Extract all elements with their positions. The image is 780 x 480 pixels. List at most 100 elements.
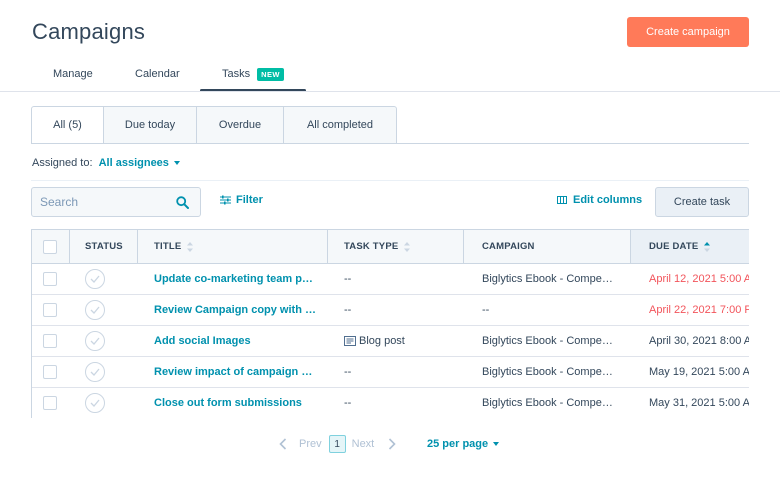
row-checkbox[interactable] xyxy=(43,303,57,317)
tab-manage-label: Manage xyxy=(53,68,93,80)
row-cell-select xyxy=(43,357,57,387)
pagination: Prev 1 Next xyxy=(279,435,396,453)
new-badge: NEW xyxy=(257,67,284,81)
header-task-type[interactable]: TASK TYPE xyxy=(344,230,411,263)
page-title: Campaigns xyxy=(32,19,146,44)
search-input[interactable] xyxy=(32,188,162,216)
col-divider xyxy=(327,230,328,263)
row-cell-status xyxy=(85,388,105,418)
task-title-link[interactable]: Add social Images xyxy=(154,326,251,356)
header-cell-select xyxy=(43,230,57,263)
filter-tab-all[interactable]: All (5) xyxy=(31,106,104,144)
tab-tasks[interactable]: Tasks NEW xyxy=(200,56,306,92)
header-title-label: TITLE xyxy=(154,241,182,252)
chevron-left-icon[interactable] xyxy=(279,438,287,450)
page-number-current[interactable]: 1 xyxy=(328,435,346,453)
task-type: -- xyxy=(344,273,352,285)
row-checkbox[interactable] xyxy=(43,365,57,379)
edit-columns-label: Edit columns xyxy=(573,194,643,206)
task-campaign: Biglytics Ebook - Compe… xyxy=(482,273,613,285)
create-task-button[interactable]: Create task xyxy=(655,187,749,217)
col-divider xyxy=(630,230,631,263)
task-title-link[interactable]: Update co-marketing team p… xyxy=(154,264,313,294)
header-campaign[interactable]: CAMPAIGN xyxy=(482,230,535,263)
row-cell-status xyxy=(85,326,105,356)
caret-down-icon xyxy=(493,442,500,446)
table-row[interactable]: Close out form submissions -- Biglytics … xyxy=(32,388,749,418)
filter-tab-overdue[interactable]: Overdue xyxy=(197,106,284,144)
next-button[interactable]: Next xyxy=(352,438,375,450)
sort-icon xyxy=(404,241,411,252)
per-page-dropdown[interactable]: 25 per page xyxy=(427,438,500,450)
row-checkbox[interactable] xyxy=(43,396,57,410)
filter-tabs: All (5) Due today Overdue All completed xyxy=(31,106,397,144)
row-checkbox[interactable] xyxy=(43,334,57,348)
filter-label: Filter xyxy=(236,194,263,206)
task-due-date: April 22, 2021 7:00 P xyxy=(649,304,749,316)
task-campaign: Biglytics Ebook - Compe… xyxy=(482,397,613,409)
assignee-dropdown[interactable]: All assignees xyxy=(99,157,180,169)
tab-tasks-label: Tasks xyxy=(222,68,251,80)
task-due-date: May 19, 2021 5:00 A xyxy=(649,366,749,378)
header-due-date[interactable]: DUE DATE xyxy=(649,230,711,263)
task-title-link[interactable]: Review impact of campaign … xyxy=(154,357,312,387)
task-type-cell: Blog post xyxy=(344,326,405,356)
prev-button[interactable]: Prev xyxy=(299,438,322,450)
table-row[interactable]: Review Campaign copy with … -- -- April … xyxy=(32,295,749,326)
status-check-icon[interactable] xyxy=(85,362,105,382)
tab-calendar[interactable]: Calendar xyxy=(114,56,200,92)
tasks-table: STATUS TITLE TASK TYPE CAMPAIGN DUE DATE… xyxy=(31,229,749,418)
top-tabs: Manage Calendar Tasks NEW xyxy=(32,56,306,92)
search-box xyxy=(31,187,201,217)
chevron-right-icon[interactable] xyxy=(388,438,396,450)
status-check-icon[interactable] xyxy=(85,269,105,289)
top-divider xyxy=(0,91,780,92)
row-cell-select xyxy=(43,326,57,356)
task-title-link[interactable]: Review Campaign copy with … xyxy=(154,295,316,325)
task-type: -- xyxy=(344,304,352,316)
table-row[interactable]: Review impact of campaign … -- Biglytics… xyxy=(32,357,749,388)
select-all-checkbox[interactable] xyxy=(43,239,57,254)
tab-manage[interactable]: Manage xyxy=(32,56,114,92)
sort-icon xyxy=(187,241,194,252)
col-divider xyxy=(463,230,464,263)
per-page-label: 25 per page xyxy=(427,438,489,450)
filter-tab-all-completed[interactable]: All completed xyxy=(284,106,397,144)
status-check-icon[interactable] xyxy=(85,331,105,351)
header-title[interactable]: TITLE xyxy=(154,230,194,263)
task-due-date: April 30, 2021 8:00 A xyxy=(649,335,749,347)
task-campaign: Biglytics Ebook - Compe… xyxy=(482,366,613,378)
table-row[interactable]: Update co-marketing team p… -- Biglytics… xyxy=(32,264,749,295)
task-campaign: -- xyxy=(482,304,490,316)
search-icon[interactable] xyxy=(176,196,189,209)
tab-calendar-label: Calendar xyxy=(135,68,180,80)
task-type: -- xyxy=(344,366,352,378)
task-campaign: Biglytics Ebook - Compe… xyxy=(482,335,613,347)
sort-ascending-icon xyxy=(704,241,711,252)
create-campaign-button[interactable]: Create campaign xyxy=(627,17,749,47)
filter-button[interactable]: Filter xyxy=(220,194,263,206)
task-due-date: April 12, 2021 5:00 A xyxy=(649,273,749,285)
row-checkbox[interactable] xyxy=(43,272,57,286)
blog-post-icon xyxy=(344,336,356,346)
filter-tab-due-today[interactable]: Due today xyxy=(104,106,197,144)
header-due-date-label: DUE DATE xyxy=(649,241,699,252)
caret-down-icon xyxy=(173,161,180,166)
filter-icon xyxy=(220,195,231,205)
task-title-link[interactable]: Close out form submissions xyxy=(154,388,302,418)
status-check-icon[interactable] xyxy=(85,393,105,413)
col-divider xyxy=(69,230,70,263)
task-due-date: May 31, 2021 5:00 A xyxy=(649,397,749,409)
table-row[interactable]: Add social Images Blog post Biglytics Eb… xyxy=(32,326,749,357)
edit-columns-button[interactable]: Edit columns xyxy=(557,194,642,206)
row-cell-status xyxy=(85,295,105,325)
task-type: -- xyxy=(344,397,352,409)
row-cell-select xyxy=(43,264,57,294)
header-task-type-label: TASK TYPE xyxy=(344,241,399,252)
filter-tabs-divider xyxy=(31,143,749,144)
assigned-filter: Assigned to: All assignees xyxy=(32,157,180,169)
row-cell-status xyxy=(85,357,105,387)
columns-icon xyxy=(557,196,567,204)
status-check-icon[interactable] xyxy=(85,300,105,320)
row-cell-status xyxy=(85,264,105,294)
